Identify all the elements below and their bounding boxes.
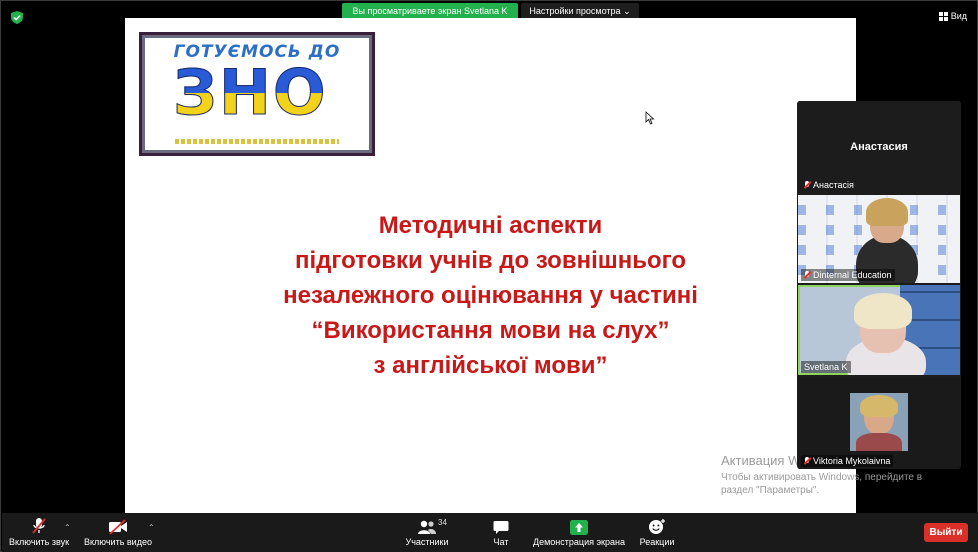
participant-name-label: Dinternal Education xyxy=(801,269,895,281)
meeting-toolbar: Включить звук ⌃ Включить видео ⌃ Участни… xyxy=(2,513,978,552)
watermark-subtext: Чтобы активировать Windows, перейдите в … xyxy=(721,472,923,496)
slide-title-line: Методичні аспекти xyxy=(378,212,603,239)
reactions-smiley-icon xyxy=(649,519,665,534)
active-speaker-name: Анастасия xyxy=(850,141,908,153)
view-button[interactable]: Вид xyxy=(938,11,967,21)
participant-tile[interactable]: Dinternal Education xyxy=(798,195,960,283)
view-options-label: Настройки просмотра xyxy=(529,6,621,16)
participants-count: 34 xyxy=(438,518,447,527)
participant-tile-active[interactable]: Svetlana K xyxy=(798,285,960,375)
viewing-screen-badge: Вы просматриваете экран Svetlana K xyxy=(342,3,518,19)
view-button-label: Вид xyxy=(950,11,967,21)
view-options-dropdown[interactable]: Настройки просмотра ⌄ xyxy=(521,3,639,19)
slide-title-line: незалежного оцінювання у частині xyxy=(283,282,698,309)
participants-video-panel: Анастасия Анастасія Dinternal Education xyxy=(797,101,961,469)
participants-icon xyxy=(418,520,436,534)
participant-tile[interactable]: Анастасия Анастасія xyxy=(798,101,960,193)
chat-icon xyxy=(493,521,509,534)
participant-name-label: Viktoria Mykolaivna xyxy=(801,455,894,467)
share-screen-icon xyxy=(570,520,588,535)
share-screen-label: Демонстрация экрана xyxy=(533,537,625,547)
slide-title-line: з англійської мови” xyxy=(373,352,608,379)
participant-name: Dinternal Education xyxy=(813,270,892,280)
logo-decorative-strip xyxy=(175,139,339,144)
video-off-icon xyxy=(109,519,127,535)
start-video-button[interactable]: Включить видео xyxy=(84,513,152,552)
participant-name: Svetlana K xyxy=(804,362,848,372)
logo-main-text: ЗНО xyxy=(173,56,328,129)
mic-muted-icon xyxy=(804,181,810,189)
participant-video xyxy=(850,393,908,451)
mic-muted-icon xyxy=(804,457,810,465)
grid-view-icon xyxy=(938,11,948,21)
zno-logo: ГОТУЄМОСЬ ДО ЗНО xyxy=(139,32,375,156)
slide-title-line: підготовки учнів до зовнішнього xyxy=(294,247,687,274)
participant-hair xyxy=(854,293,912,329)
participant-name: Viktoria Mykolaivna xyxy=(813,456,891,466)
chat-label: Чат xyxy=(493,537,509,547)
participant-tile[interactable]: Viktoria Mykolaivna xyxy=(798,377,960,469)
unmute-label: Включить звук xyxy=(8,537,70,547)
video-options-caret-icon[interactable]: ⌃ xyxy=(148,523,155,532)
mouse-cursor-icon xyxy=(645,111,655,125)
slide-title: Методичні аспекти підготовки учнів до зо… xyxy=(125,208,856,383)
mic-muted-icon xyxy=(32,518,46,534)
start-video-label: Включить видео xyxy=(84,537,152,547)
participant-name: Анастасія xyxy=(813,180,854,190)
chevron-down-icon: ⌄ xyxy=(623,6,631,16)
mic-muted-icon xyxy=(804,271,810,279)
zoom-window: Вы просматриваете экран Svetlana K Настр… xyxy=(0,0,978,552)
chat-button[interactable]: Чат xyxy=(486,513,516,552)
shield-icon[interactable] xyxy=(11,11,23,24)
reactions-button[interactable]: Реакции xyxy=(636,513,678,552)
unmute-button[interactable]: Включить звук xyxy=(8,513,70,552)
leave-meeting-button[interactable]: Выйти xyxy=(924,523,968,542)
participant-name-label: Анастасія xyxy=(801,179,857,191)
shared-screen-slide: ГОТУЄМОСЬ ДО ЗНО Методичні аспекти підго… xyxy=(125,18,856,513)
participant-hair xyxy=(866,198,908,226)
participants-label: Участники xyxy=(405,537,449,547)
share-screen-button[interactable]: Демонстрация экрана xyxy=(532,513,626,552)
participant-name-label: Svetlana K xyxy=(801,361,851,373)
reactions-label: Реакции xyxy=(639,537,675,547)
audio-options-caret-icon[interactable]: ⌃ xyxy=(64,523,71,532)
slide-title-line: “Використання мови на слух” xyxy=(311,317,670,344)
